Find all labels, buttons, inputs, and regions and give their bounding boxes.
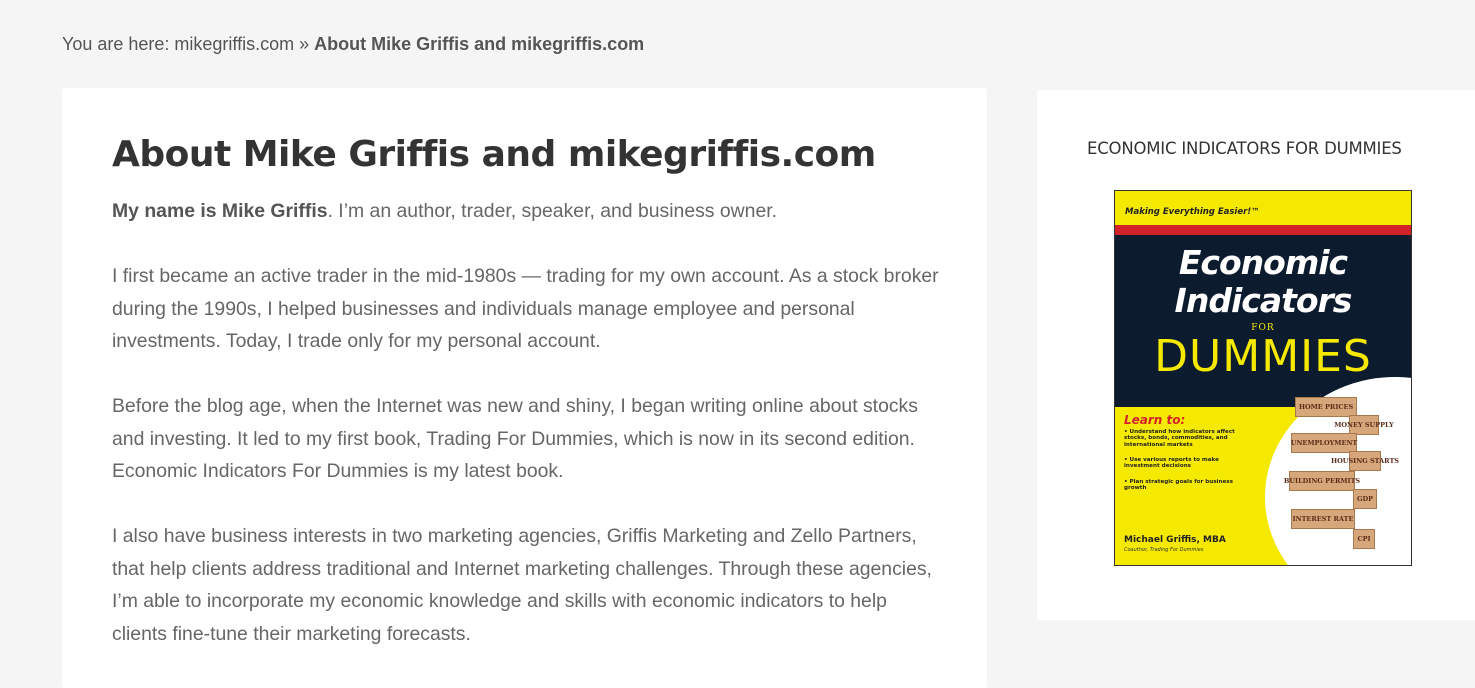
intro-paragraph: My name is Mike Griffis. I’m an author, … (112, 195, 940, 228)
page-title: About Mike Griffis and mikegriffis.com (112, 134, 876, 175)
cover-title-line2: Indicators (1174, 281, 1353, 320)
widget-title: ECONOMIC INDICATORS FOR DUMMIES (1087, 139, 1402, 158)
breadcrumb: You are here: mikegriffis.com » About Mi… (62, 34, 644, 55)
tower-block: GDP (1353, 489, 1377, 509)
tower-block: MONEY SUPPLY (1334, 415, 1394, 435)
cover-bullet: • Understand how indicators affect stock… (1124, 429, 1235, 448)
cover-coauthor: Coauthor, Trading For Dummies (1124, 547, 1204, 553)
cover-title-line1: Economic (1178, 243, 1348, 282)
breadcrumb-separator: » (294, 34, 315, 54)
article-card: About Mike Griffis and mikegriffis.com M… (62, 88, 987, 688)
cover-learn-to: Learn to: (1124, 413, 1186, 427)
cover-tagline: Making Everything Easier!™ (1125, 207, 1260, 217)
cover-dummies-logo: DUMMIES (1154, 331, 1372, 382)
breadcrumb-current: About Mike Griffis and mikegriffis.com (314, 34, 645, 54)
jenga-tower-illustration: HOME PRICES MONEY SUPPLY UNEMPLOYMENT HO… (1284, 397, 1399, 557)
paragraph-agencies: I also have business interests in two ma… (112, 525, 932, 645)
tower-block: HOUSING STARTS (1331, 451, 1399, 471)
tower-block: UNEMPLOYMENT (1291, 433, 1357, 453)
paragraph-trading-history: I first became an active trader in the m… (112, 265, 939, 352)
tower-block: HOME PRICES (1295, 397, 1357, 417)
cover-bullet: • Use various reports to make investment… (1124, 457, 1219, 470)
cover-author: Michael Griffis, MBA (1124, 535, 1226, 545)
paragraph-books: Before the blog age, when the Internet w… (112, 395, 918, 482)
sidebar-widget: ECONOMIC INDICATORS FOR DUMMIES Making E… (1037, 90, 1475, 620)
intro-bold: My name is Mike Griffis (112, 200, 328, 222)
tower-block: BUILDING PERMITS (1284, 471, 1360, 491)
book-cover-image[interactable]: Making Everything Easier!™ Economic Indi… (1114, 190, 1412, 566)
intro-rest: . I’m an author, trader, speaker, and bu… (327, 200, 778, 222)
tower-block: INTEREST RATE (1291, 509, 1355, 529)
breadcrumb-home-link[interactable]: mikegriffis.com (174, 34, 294, 54)
tower-block: CPI (1353, 529, 1375, 549)
cover-bullet: • Plan strategic goals for business grow… (1124, 479, 1233, 492)
breadcrumb-prefix: You are here: (62, 34, 175, 54)
cover-red-stripe (1115, 225, 1411, 235)
